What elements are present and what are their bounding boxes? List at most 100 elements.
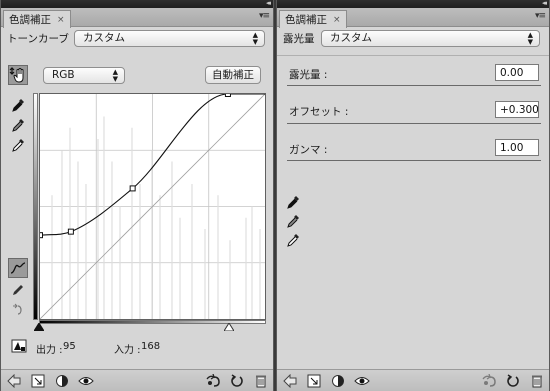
- input-value: 168: [141, 341, 161, 352]
- tab-close-icon[interactable]: ×: [333, 12, 341, 28]
- clipping-warning-toggle[interactable]: [9, 336, 29, 356]
- targeted-adjustment-tool[interactable]: [8, 65, 28, 85]
- clip-to-layer-button[interactable]: [54, 373, 70, 389]
- curve-points: [40, 94, 231, 239]
- reset-icon: [231, 374, 243, 387]
- expand-view-icon: [31, 374, 45, 388]
- layer-visibility-button[interactable]: [354, 373, 370, 389]
- view-previous-state-button[interactable]: [481, 373, 497, 389]
- back-to-list-button[interactable]: [6, 373, 22, 389]
- curves-graph[interactable]: [39, 93, 266, 320]
- delete-layer-button[interactable]: [253, 373, 269, 389]
- preset-value: カスタム: [330, 32, 372, 44]
- offset-input[interactable]: [495, 101, 539, 118]
- eyedropper-white-icon: [287, 234, 299, 247]
- back-to-list-button[interactable]: [282, 373, 298, 389]
- panel-menu-icon[interactable]: ▾≡: [259, 11, 270, 21]
- dropdown-arrows-icon: ▲ ▼: [527, 31, 533, 46]
- back-arrow-icon: [283, 374, 297, 388]
- panel-title-strip: ◂◂: [277, 0, 549, 8]
- collapse-panel-icon[interactable]: ◂◂: [542, 0, 547, 7]
- output-value: 95: [63, 341, 76, 352]
- white-input-slider[interactable]: [223, 323, 234, 331]
- panel-tabbar: 色調補正 × ▾≡: [277, 8, 549, 28]
- exposure-input[interactable]: [495, 64, 539, 81]
- auto-button[interactable]: 自動補正: [205, 66, 261, 84]
- clip-to-layer-button[interactable]: [330, 373, 346, 389]
- input-label: 入力 :: [114, 345, 141, 356]
- output-label: 出力 :: [36, 345, 63, 356]
- reset-icon: [507, 374, 519, 387]
- offset-label: オフセット :: [289, 106, 349, 118]
- eyedropper-gray-icon: [287, 215, 299, 228]
- gamma-label: ガンマ :: [289, 144, 328, 156]
- black-point-eyedropper[interactable]: [283, 192, 303, 212]
- curves-svg: [40, 94, 265, 319]
- trash-icon: [532, 375, 542, 388]
- offset-slider-track[interactable]: [287, 123, 541, 124]
- gray-point-eyedropper[interactable]: [283, 211, 303, 231]
- preset-value: カスタム: [83, 32, 125, 44]
- histogram: [51, 116, 261, 319]
- reset-button[interactable]: [505, 373, 521, 389]
- exposure-label: 露光量 :: [289, 69, 328, 81]
- collapse-panel-icon[interactable]: ◂◂: [266, 0, 271, 7]
- preset-dropdown[interactable]: カスタム ▲ ▼: [74, 30, 265, 47]
- preset-dropdown[interactable]: カスタム ▲ ▼: [321, 30, 540, 47]
- curve-control-point[interactable]: [224, 94, 231, 97]
- tab-label: 色調補正: [9, 13, 51, 26]
- delete-layer-button[interactable]: [529, 373, 545, 389]
- black-input-slider[interactable]: [34, 323, 44, 331]
- previous-state-icon: [482, 374, 496, 387]
- curve-wave-icon: [10, 262, 26, 274]
- expanded-view-button[interactable]: [30, 373, 46, 389]
- draw-curve-pencil-tool[interactable]: [8, 280, 28, 300]
- divider: [277, 55, 549, 56]
- panel-bottom-bar: [1, 369, 273, 391]
- smooth-curve-tool[interactable]: [8, 299, 28, 319]
- reset-button[interactable]: [229, 373, 245, 389]
- adjustments-panel-exposure: ◂◂ 色調補正 × ▾≡ 露光量 カスタム ▲▼ 露光量 : オフセット : ガ…: [276, 0, 550, 391]
- preset-label: 露光量: [283, 33, 315, 45]
- curve-control-point[interactable]: [129, 185, 136, 192]
- adjustments-panel-curves: ◂◂ 色調補正 × ▾≡ トーンカーブ カスタム ▲ ▼ RGB ▲ ▼ 自動補正: [0, 0, 274, 391]
- hand-arrows-icon: [9, 67, 24, 83]
- pencil-icon: [13, 285, 23, 295]
- clip-layer-icon: [332, 375, 344, 387]
- exposure-slider-track[interactable]: [287, 85, 541, 86]
- back-arrow-icon: [7, 374, 21, 388]
- tab-adjustments[interactable]: 色調補正 ×: [3, 10, 71, 28]
- edit-points-curve-tool[interactable]: [8, 258, 28, 278]
- clipping-warning-icon: [11, 339, 27, 353]
- curve-control-point[interactable]: [40, 232, 43, 239]
- gamma-input[interactable]: [495, 139, 539, 156]
- tab-adjustments[interactable]: 色調補正 ×: [279, 10, 347, 28]
- dropdown-arrows-icon: ▲ ▼: [252, 31, 258, 46]
- curve-control-point[interactable]: [67, 228, 74, 235]
- white-point-eyedropper[interactable]: [283, 230, 303, 250]
- panel-title-strip: ◂◂: [1, 0, 273, 8]
- view-previous-state-button[interactable]: [205, 373, 221, 389]
- channel-dropdown[interactable]: RGB ▲ ▼: [43, 67, 125, 84]
- eyedropper-black-icon: [287, 196, 299, 209]
- panel-tabbar: 色調補正 × ▾≡: [1, 8, 273, 28]
- trash-icon: [256, 375, 266, 388]
- eyedropper-gray-icon: [12, 119, 24, 132]
- gamma-slider-track[interactable]: [287, 160, 541, 161]
- expanded-view-button[interactable]: [306, 373, 322, 389]
- eyedropper-white-icon: [12, 139, 24, 152]
- clip-layer-icon: [56, 375, 68, 387]
- dropdown-arrows-icon: ▲ ▼: [112, 68, 118, 83]
- preset-label: トーンカーブ: [7, 33, 69, 45]
- gray-point-eyedropper[interactable]: [8, 115, 28, 135]
- black-point-eyedropper[interactable]: [8, 95, 28, 115]
- panel-menu-icon[interactable]: ▾≡: [535, 11, 546, 21]
- layer-visibility-button[interactable]: [78, 373, 94, 389]
- white-point-eyedropper[interactable]: [8, 135, 28, 155]
- previous-state-icon: [206, 374, 220, 387]
- tab-close-icon[interactable]: ×: [57, 12, 65, 28]
- output-gradient-bar: [33, 93, 38, 320]
- eyedropper-black-icon: [12, 99, 24, 112]
- eye-icon: [78, 377, 94, 385]
- panel-bottom-bar: [277, 369, 549, 391]
